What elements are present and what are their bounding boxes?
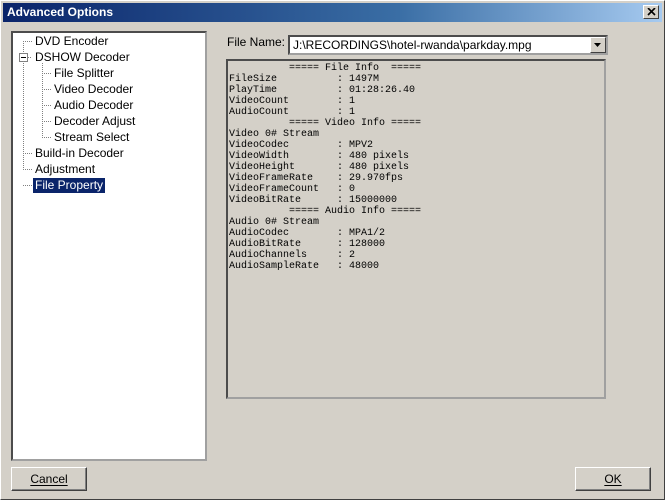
ok-button-label: OK [604, 472, 622, 486]
file-name-value: J:\RECORDINGS\hotel-rwanda\parkday.mpg [293, 38, 532, 52]
close-icon [647, 8, 656, 16]
collapse-toggle-dshow-decoder[interactable] [19, 53, 28, 62]
cancel-button[interactable]: Cancel [11, 467, 87, 491]
file-name-dropdown[interactable]: J:\RECORDINGS\hotel-rwanda\parkday.mpg [288, 35, 608, 55]
window-title: Advanced Options [7, 5, 114, 19]
chevron-down-icon [594, 43, 601, 47]
close-button[interactable] [643, 5, 659, 19]
tree-item-video-decoder[interactable]: Video Decoder [52, 82, 135, 97]
tree-item-file-property[interactable]: File Property [33, 178, 106, 193]
dropdown-button[interactable] [590, 37, 606, 53]
file-info-text: ===== File Info ===== FileSize : 1497M P… [229, 63, 422, 272]
options-tree[interactable]: DVD Encoder DSHOW Decoder File Splitter … [11, 31, 207, 461]
tree-item-audio-decoder[interactable]: Audio Decoder [52, 98, 135, 113]
file-info-panel[interactable]: ===== File Info ===== FileSize : 1497M P… [226, 59, 606, 399]
title-bar[interactable]: Advanced Options [3, 3, 662, 22]
ok-button[interactable]: OK [575, 467, 651, 491]
tree-item-build-in-decoder[interactable]: Build-in Decoder [33, 146, 126, 161]
tree-item-dvd-encoder[interactable]: DVD Encoder [33, 34, 110, 49]
tree-item-stream-select[interactable]: Stream Select [52, 130, 131, 145]
tree-item-adjustment[interactable]: Adjustment [33, 162, 97, 177]
tree-item-decoder-adjust[interactable]: Decoder Adjust [52, 114, 137, 129]
tree-item-file-splitter[interactable]: File Splitter [52, 66, 116, 81]
advanced-options-dialog: Advanced Options DVD Encoder DSHOW Decod… [0, 0, 665, 500]
cancel-button-label: Cancel [30, 472, 68, 486]
tree-item-dshow-decoder[interactable]: DSHOW Decoder [33, 50, 132, 65]
file-name-label: File Name: [227, 35, 286, 49]
